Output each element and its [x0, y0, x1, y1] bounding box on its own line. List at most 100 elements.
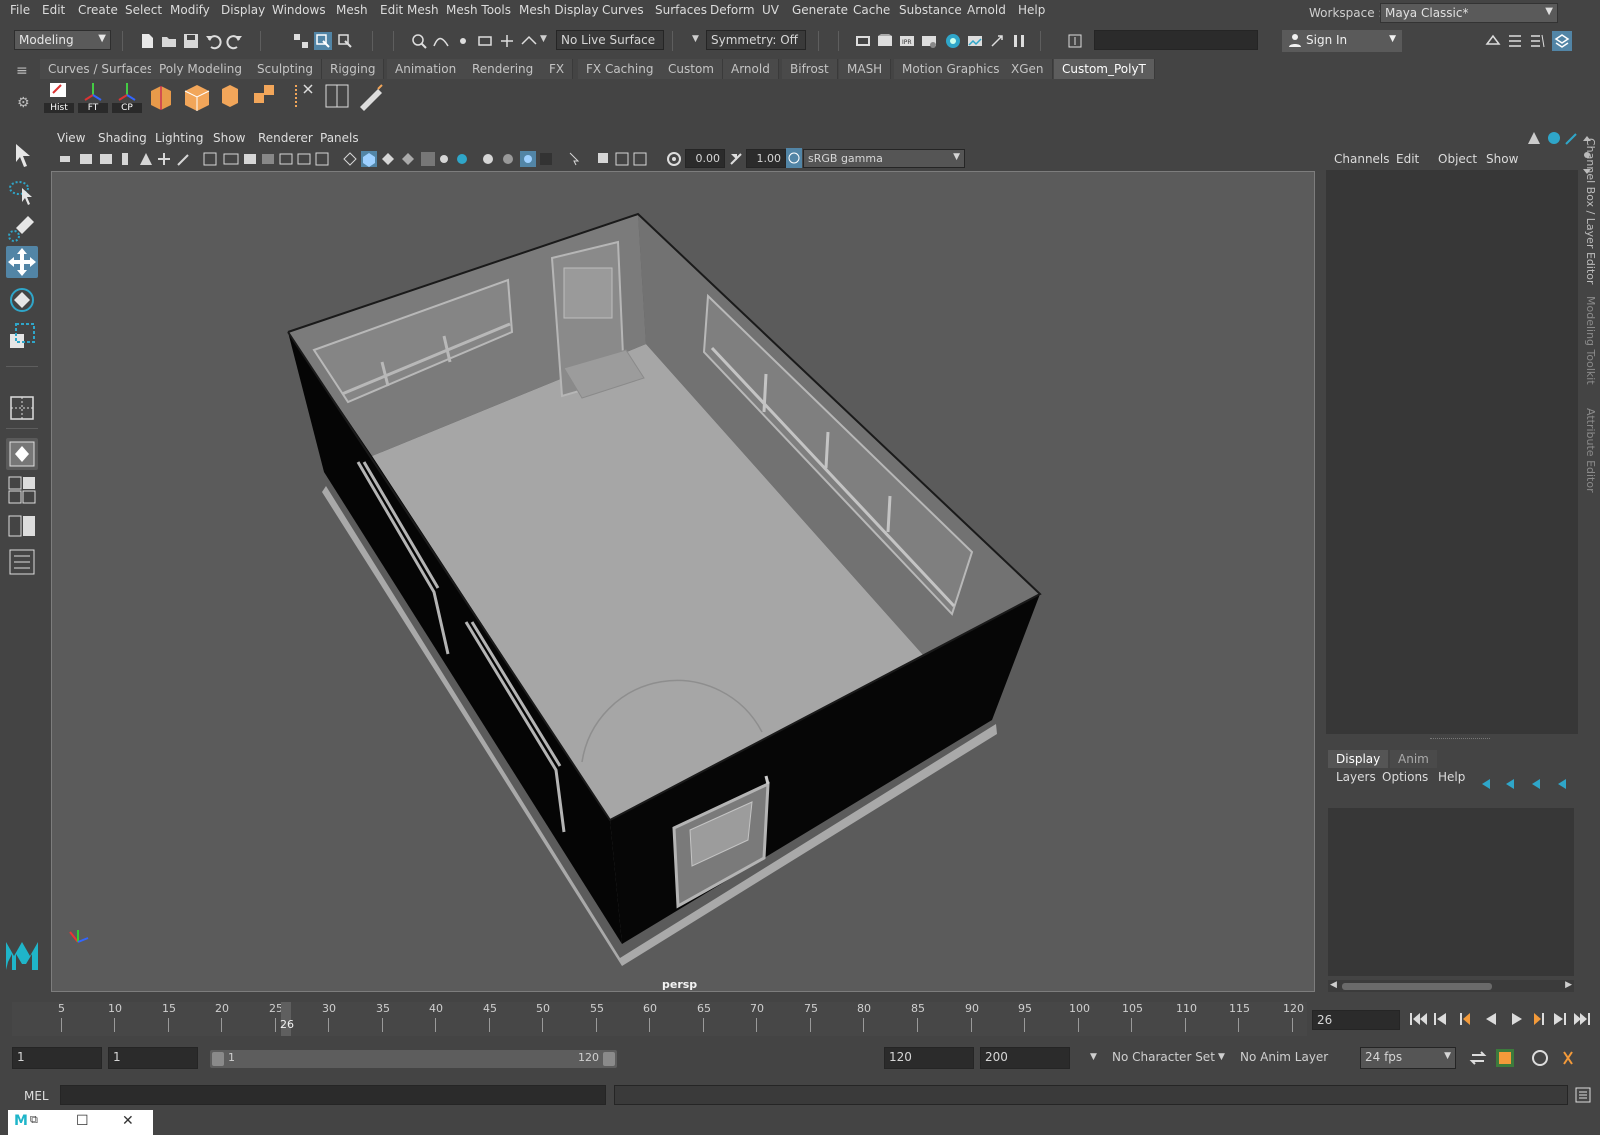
outliner-layout-icon[interactable] — [6, 546, 38, 578]
exposure-icon[interactable] — [666, 151, 682, 167]
single-pane-layout-icon[interactable] — [6, 438, 38, 470]
open-scene-icon[interactable] — [160, 32, 178, 50]
four-pane-layout-icon[interactable] — [6, 474, 38, 506]
shelf-button-center-pivot[interactable]: CP — [112, 81, 142, 113]
select-hierarchy-icon[interactable] — [292, 32, 310, 50]
panel-menu-renderer[interactable]: Renderer — [258, 131, 313, 145]
menu-mesh-display[interactable]: Mesh Display — [519, 3, 599, 17]
redo-icon[interactable] — [226, 32, 244, 50]
render-view-icon[interactable] — [854, 32, 872, 50]
menu-arnold[interactable]: Arnold — [967, 3, 1006, 17]
time-slider[interactable]: 5 10 15 20 25 30 35 40 45 50 55 60 65 70 75 80 85 90 95 100… — [12, 1002, 1307, 1036]
insert-edge-loop-icon[interactable] — [322, 81, 352, 111]
chevron-down-icon[interactable]: ▼ — [1090, 1052, 1097, 1062]
menu-edit-mesh[interactable]: Edit Mesh — [380, 3, 439, 17]
two-pane-layout-icon[interactable] — [6, 510, 38, 542]
range-start-handle[interactable] — [212, 1052, 224, 1066]
bridge-icon[interactable] — [216, 81, 246, 111]
menu-create[interactable]: Create — [78, 3, 118, 17]
select-tool-icon[interactable] — [6, 140, 38, 172]
range-slider[interactable]: 1 120 — [210, 1050, 617, 1068]
shelf-tab-fx-caching[interactable]: FX Caching — [578, 59, 663, 79]
shelf-tab-custom-polyt[interactable]: Custom_PolyT — [1054, 59, 1155, 79]
attribute-editor-icon[interactable] — [1506, 32, 1524, 50]
quad-draw-icon[interactable] — [356, 81, 386, 111]
gear-icon[interactable]: ⚙ — [17, 95, 30, 111]
exposure-field[interactable]: 0.00 — [685, 149, 725, 168]
restore-icon[interactable]: ⧉ — [30, 1113, 38, 1127]
pause-viewport-icon[interactable] — [1010, 32, 1028, 50]
paint-select-tool-icon[interactable] — [6, 212, 38, 244]
workspace-select[interactable]: Maya Classic* ▼ — [1380, 3, 1558, 23]
chevron-right-icon[interactable]: ▶ — [1565, 980, 1572, 990]
vertical-tab-attribute-editor[interactable]: Attribute Editor — [1584, 408, 1597, 493]
menu-mesh-tools[interactable]: Mesh Tools — [446, 3, 511, 17]
layer-horizontal-scrollbar[interactable]: ◀ ▶ — [1328, 980, 1574, 992]
chevron-down-icon[interactable]: ▼ — [1218, 1052, 1225, 1062]
shelf-tab-bifrost[interactable]: Bifrost — [782, 59, 838, 79]
maximize-icon[interactable]: ☐ — [76, 1113, 89, 1129]
select-object-icon[interactable] — [314, 32, 332, 50]
shelf-button-history[interactable]: Hist — [44, 81, 74, 113]
snap-live-icon[interactable] — [498, 32, 516, 50]
menu-generate[interactable]: Generate — [792, 3, 848, 17]
animation-end-field[interactable]: 200 — [980, 1047, 1070, 1069]
scrollbar-thumb[interactable] — [1342, 983, 1492, 990]
maya-app-icon[interactable]: M — [14, 1113, 28, 1129]
lasso-tool-icon[interactable] — [6, 176, 38, 208]
current-frame-field[interactable]: 26 — [1312, 1010, 1400, 1030]
modeling-toolkit-icon[interactable] — [1484, 32, 1502, 50]
color-management-toggle[interactable] — [786, 148, 802, 168]
shelf-tab-arnold[interactable]: Arnold — [723, 59, 779, 79]
ipr-render-icon[interactable]: IPR — [898, 32, 916, 50]
menu-surfaces[interactable]: Surfaces — [655, 3, 707, 17]
shelf-menu-icon[interactable]: ≡ — [16, 63, 28, 79]
animation-start-field[interactable]: 1 — [12, 1047, 102, 1069]
tool-settings-icon[interactable] — [1528, 32, 1546, 50]
shelf-button-freeze-transforms[interactable]: FT — [78, 81, 108, 113]
select-component-icon[interactable] — [336, 32, 354, 50]
shelf-tab-mash[interactable]: MASH — [839, 59, 892, 79]
gamma-field[interactable]: 1.00 — [746, 149, 786, 168]
anim-layer-select[interactable]: No Anim Layer — [1240, 1050, 1328, 1064]
command-input[interactable] — [60, 1085, 606, 1105]
shelf-tab-motion-graphics[interactable]: Motion Graphics — [894, 59, 1009, 79]
panel-toolbar-icons[interactable] — [58, 151, 658, 167]
save-scene-icon[interactable] — [182, 32, 200, 50]
channel-box-menu-show[interactable]: Show — [1486, 152, 1518, 166]
shelf-tab-custom[interactable]: Custom — [660, 59, 723, 79]
chevron-down-icon[interactable]: ▼ — [540, 34, 547, 44]
menu-uv[interactable]: UV — [762, 3, 779, 17]
snap-grid-icon[interactable] — [410, 32, 428, 50]
vertical-tab-channel-box[interactable]: Channel Box / Layer Editor — [1584, 138, 1597, 285]
chevron-down-icon[interactable]: ▼ — [692, 34, 699, 44]
chevron-left-icon[interactable]: ◀ — [1330, 980, 1337, 990]
layer-menu-layers[interactable]: Layers — [1336, 770, 1376, 784]
layer-menu-options[interactable]: Options — [1382, 770, 1428, 784]
menu-cache[interactable]: Cache — [853, 3, 890, 17]
sign-in-button[interactable]: Sign In ▼ — [1282, 30, 1402, 52]
menu-curves[interactable]: Curves — [602, 3, 644, 17]
vertical-tab-modeling-toolkit[interactable]: Modeling Toolkit — [1584, 296, 1597, 385]
menu-deform[interactable]: Deform — [710, 3, 755, 17]
shelf-tab-animation[interactable]: Animation — [387, 59, 466, 79]
shelf-tab-fx[interactable]: FX — [541, 59, 574, 79]
shelf-tab-curves-surfaces[interactable]: Curves / Surfaces — [40, 59, 163, 79]
playback-controls[interactable] — [1408, 1010, 1592, 1028]
menu-windows[interactable]: Windows — [272, 3, 326, 17]
character-set-select[interactable]: No Character Set — [1112, 1050, 1215, 1064]
menu-modify[interactable]: Modify — [170, 3, 210, 17]
rotate-tool-icon[interactable] — [6, 284, 38, 316]
render-settings-icon[interactable] — [920, 32, 938, 50]
snap-live-surface-icon[interactable] — [520, 32, 538, 50]
panel-menu-show[interactable]: Show — [213, 131, 245, 145]
light-editor-icon[interactable] — [988, 32, 1006, 50]
shelf-tab-poly-modeling[interactable]: Poly Modeling — [151, 59, 251, 79]
snap-curve-icon[interactable] — [432, 32, 450, 50]
range-end-handle[interactable] — [603, 1052, 615, 1066]
shelf-tab-rigging[interactable]: Rigging — [322, 59, 385, 79]
extrude-icon[interactable] — [148, 81, 178, 111]
input-line-mode-icon[interactable] — [1066, 32, 1084, 50]
menu-select[interactable]: Select — [125, 3, 162, 17]
gamma-icon[interactable] — [728, 151, 744, 167]
